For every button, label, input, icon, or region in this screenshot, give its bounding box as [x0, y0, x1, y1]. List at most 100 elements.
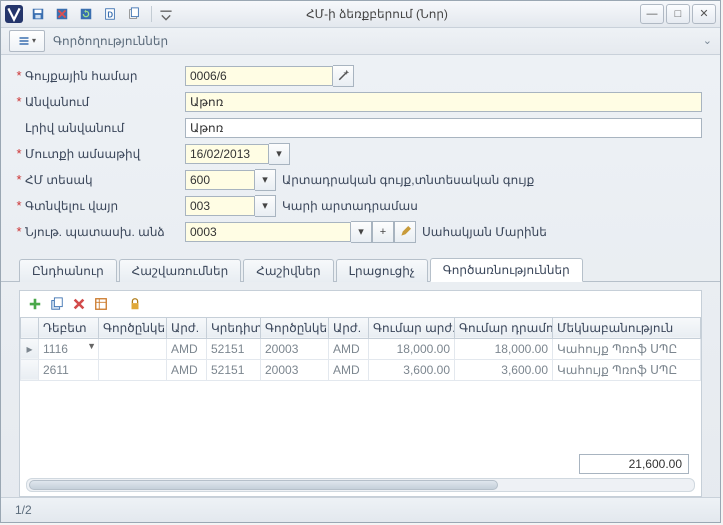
maximize-button[interactable]: □ [666, 4, 690, 24]
col-cur1[interactable]: Արժ. [167, 317, 207, 338]
cell-note[interactable]: Կահույք Պռոֆ ՍՊԸ [553, 338, 701, 359]
tabs: Ընդհանուր Հաշվառումներ Հաշիվներ Լրացուցի… [1, 257, 720, 282]
statusbar: 1/2 [1, 497, 720, 522]
cell-credit[interactable]: 52151 [207, 338, 261, 359]
label-hm-type: ՀՄ տեսակ [23, 173, 185, 187]
cell-cur1[interactable]: AMD [167, 338, 207, 359]
cell-note[interactable]: Կահույք Պռոֆ ՍՊԸ [553, 359, 701, 380]
cell-cur2[interactable]: AMD [329, 338, 369, 359]
document-d-icon[interactable]: D [99, 3, 121, 25]
col-amount-dram[interactable]: Գումար դրամով [455, 317, 553, 338]
svg-text:D: D [107, 10, 113, 19]
total-amount: 21,600.00 [579, 454, 689, 474]
grid-delete-icon[interactable] [70, 295, 88, 313]
responsible-add-icon[interactable]: + [372, 221, 394, 243]
cell-partner1[interactable] [99, 359, 167, 380]
tab-ops[interactable]: Գործառնություններ [430, 258, 583, 282]
location-input[interactable] [185, 196, 255, 216]
inventory-number-input[interactable] [185, 66, 333, 86]
grid-tool-icon[interactable] [92, 295, 110, 313]
label-full-name: Լրիվ անվանում [23, 121, 185, 135]
cell-cur2[interactable]: AMD [329, 359, 369, 380]
responsible-dropdown-icon[interactable]: ▾ [351, 221, 372, 243]
name-input[interactable] [185, 92, 702, 112]
label-location: Գտնվելու վայր [23, 199, 185, 213]
responsible-input[interactable] [185, 222, 351, 242]
grid-add-icon[interactable] [26, 295, 44, 313]
window: D ՀՄ-ի ձեռքբերում (Նոր) — □ ✕ ▾ Գործողու… [0, 0, 721, 523]
window-title: ՀՄ-ի ձեռքբերում (Նոր) [174, 7, 640, 21]
cell-partner1[interactable] [99, 338, 167, 359]
col-partner2[interactable]: Գործընկեր [261, 317, 329, 338]
cell-amount-cur[interactable]: 3,600.00 [369, 359, 455, 380]
full-name-input[interactable] [185, 118, 702, 138]
minimize-button[interactable]: — [640, 4, 664, 24]
collapse-ribbon-icon[interactable]: ⌄ [703, 34, 712, 47]
cell-partner2[interactable]: 20003 [261, 338, 329, 359]
operations-grid[interactable]: Դեբետ Գործընկեր Արժ. Կրեդիտ Գործընկեր Ար… [20, 317, 701, 381]
page-indicator: 1/2 [15, 503, 32, 517]
cell-debit[interactable]: 1116 [43, 342, 68, 356]
location-dropdown-icon[interactable]: ▾ [255, 195, 276, 217]
scrollbar-thumb[interactable] [29, 480, 498, 490]
table-row[interactable]: ▸ 1116 ▼ AMD 52151 20003 AMD 18,000.00 18… [21, 338, 701, 359]
ribbon-toolbar: ▾ Գործողություններ ⌄ [1, 28, 720, 55]
cell-debit[interactable]: 2611 [39, 359, 99, 380]
cell-partner2[interactable]: 20003 [261, 359, 329, 380]
row-indicator-icon [21, 359, 39, 380]
label-responsible: Նյութ. պատասխ. անձ [23, 225, 185, 239]
cell-amount-dram[interactable]: 3,600.00 [455, 359, 553, 380]
required-marker: * [15, 173, 23, 186]
window-controls: — □ ✕ [640, 4, 716, 24]
tab-general[interactable]: Ընդհանուր [19, 259, 117, 282]
responsible-desc: Սահակյան Մարինե [422, 225, 547, 239]
label-name: Անվանում [23, 95, 185, 109]
hm-type-input[interactable] [185, 170, 255, 190]
responsible-edit-icon[interactable] [394, 221, 416, 243]
required-marker: * [15, 69, 23, 82]
delete-icon[interactable] [51, 3, 73, 25]
chevron-down-icon[interactable]: ▼ [87, 341, 96, 351]
close-button[interactable]: ✕ [692, 4, 716, 24]
section-label: Գործողություններ [53, 34, 168, 48]
col-debit[interactable]: Դեբետ [39, 317, 99, 338]
app-icon [5, 5, 23, 23]
tab-reval[interactable]: Հաշվառումներ [119, 259, 242, 282]
cell-cur1[interactable]: AMD [167, 359, 207, 380]
col-credit[interactable]: Կրեդիտ [207, 317, 261, 338]
required-marker [15, 121, 23, 134]
tab-extra[interactable]: Լրացուցիչ [336, 259, 428, 282]
entry-date-input[interactable] [185, 144, 269, 164]
view-mode-dropdown[interactable]: ▾ [9, 30, 45, 52]
save-icon[interactable] [27, 3, 49, 25]
refresh-icon[interactable] [75, 3, 97, 25]
grid-lock-icon[interactable] [126, 295, 144, 313]
table-row[interactable]: 2611 AMD 52151 20003 AMD 3,600.00 3,600.… [21, 359, 701, 380]
operations-panel: Դեբետ Գործընկեր Արժ. Կրեդիտ Գործընկեր Ար… [19, 290, 702, 497]
cell-credit[interactable]: 52151 [207, 359, 261, 380]
grid-copy-icon[interactable] [48, 295, 66, 313]
quick-access-toolbar: D [27, 3, 174, 25]
entry-date-dropdown-icon[interactable]: ▾ [269, 143, 290, 165]
horizontal-scrollbar[interactable] [26, 478, 695, 492]
cell-amount-cur[interactable]: 18,000.00 [369, 338, 455, 359]
cell-amount-dram[interactable]: 18,000.00 [455, 338, 553, 359]
location-desc: Կարի արտադրամաս [282, 199, 418, 213]
hm-type-desc: Արտադրական գույք,տնտեսական գույք [282, 173, 534, 187]
required-marker: * [15, 95, 23, 108]
col-partner1[interactable]: Գործընկեր [99, 317, 167, 338]
grid-header-row: Դեբետ Գործընկեր Արժ. Կրեդիտ Գործընկեր Ար… [21, 317, 701, 338]
required-marker: * [15, 225, 23, 238]
required-marker: * [15, 147, 23, 160]
copy-icon[interactable] [123, 3, 145, 25]
row-indicator-icon: ▸ [21, 338, 39, 359]
hm-type-dropdown-icon[interactable]: ▾ [255, 169, 276, 191]
label-entry-date: Մուտքի ամսաթիվ [23, 147, 185, 161]
col-cur2[interactable]: Արժ. [329, 317, 369, 338]
col-note[interactable]: Մեկնաբանություն [553, 317, 701, 338]
col-amount-cur[interactable]: Գումար արժ. [369, 317, 455, 338]
inventory-number-wand-icon[interactable] [333, 65, 354, 87]
tab-accounts[interactable]: Հաշիվներ [243, 259, 333, 282]
qat-customize-icon[interactable] [158, 3, 174, 25]
form-area: * Գույքային համար * Անվանում Լրիվ անվանո… [1, 55, 720, 253]
